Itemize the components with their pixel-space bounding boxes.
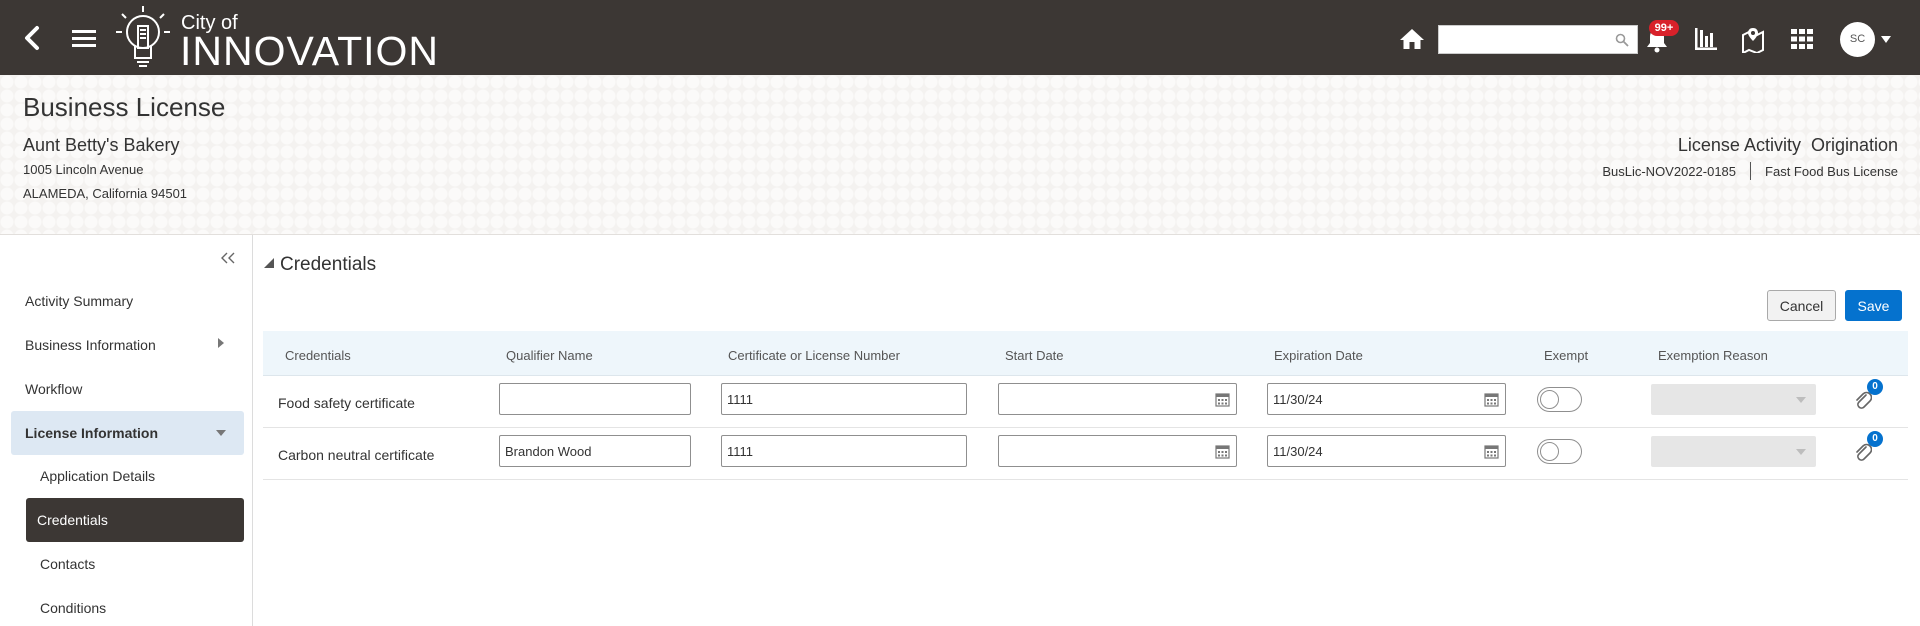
record-header-banner: Business License Aunt Betty's Bakery 100… [0, 75, 1920, 235]
license-type: Fast Food Bus License [1765, 163, 1898, 179]
calendar-icon[interactable] [1484, 392, 1499, 407]
qualifier-name-input[interactable] [500, 436, 690, 466]
start-date-input[interactable] [999, 436, 1236, 466]
logo-big-text: INNOVATION [180, 28, 440, 74]
cancel-button[interactable]: Cancel [1767, 290, 1836, 321]
exempt-toggle[interactable] [1537, 387, 1582, 412]
top-header-bar: City of INNOVATION 99+ SC [0, 0, 1920, 75]
nav-subitem-contacts[interactable]: Contacts [40, 556, 95, 572]
column-header-exemption-reason: Exemption Reason [1658, 348, 1768, 363]
license-number-field[interactable] [721, 383, 967, 415]
nav-item-license-information[interactable]: License Information [11, 411, 244, 455]
exemption-reason-select [1651, 436, 1816, 467]
apps-grid-icon[interactable] [1790, 28, 1814, 50]
qualifier-name-field[interactable] [499, 383, 691, 415]
license-activity-label: License Activity Origination [1677, 135, 1898, 155]
column-header-start-date: Start Date [1005, 348, 1064, 363]
lightbulb-logo-icon [116, 6, 170, 67]
table-header: Credentials Qualifier Name Certificate o… [263, 331, 1908, 376]
page-title: Business License [23, 92, 226, 122]
column-header-license-number: Certificate or License Number [728, 348, 900, 363]
exemption-reason-select [1651, 384, 1816, 415]
dropdown-arrow-icon [1796, 449, 1806, 455]
toggle-knob [1540, 390, 1559, 409]
attachment-count-badge: 0 [1867, 379, 1883, 395]
global-search-box[interactable] [1438, 25, 1638, 54]
home-icon[interactable] [1399, 27, 1425, 51]
menu-icon[interactable] [70, 28, 98, 50]
address-line-2: ALAMEDA, California 94501 [23, 186, 188, 201]
start-date-field[interactable] [998, 435, 1237, 467]
toggle-knob [1540, 442, 1559, 461]
caret-down-icon[interactable] [1881, 36, 1891, 43]
search-input[interactable] [1439, 26, 1609, 53]
left-navigation-panel: Activity Summary Business Information Wo… [0, 235, 253, 626]
column-header-expiration-date: Expiration Date [1274, 348, 1363, 363]
notification-badge: 99+ [1649, 20, 1679, 36]
start-date-field[interactable] [998, 383, 1237, 415]
qualifier-name-field[interactable] [499, 435, 691, 467]
qualifier-name-input[interactable] [500, 384, 690, 414]
expand-arrow-icon[interactable] [218, 338, 224, 348]
nav-subitem-application-details[interactable]: Application Details [40, 468, 155, 484]
license-number-input[interactable] [722, 384, 966, 414]
back-icon[interactable] [20, 24, 46, 52]
nav-subitem-conditions[interactable]: Conditions [40, 600, 106, 616]
calendar-icon[interactable] [1215, 392, 1230, 407]
calendar-icon[interactable] [1215, 444, 1230, 459]
nav-item-workflow[interactable]: Workflow [25, 381, 82, 397]
nav-item-activity-summary[interactable]: Activity Summary [25, 293, 133, 309]
table-row: Food safety certificate 0 [263, 376, 1908, 428]
expiration-date-input[interactable] [1268, 436, 1505, 466]
credential-name: Carbon neutral certificate [278, 447, 435, 463]
calendar-icon[interactable] [1484, 444, 1499, 459]
expiration-date-input[interactable] [1268, 384, 1505, 414]
nav-item-business-information[interactable]: Business Information [25, 337, 156, 353]
collapse-panel-icon[interactable] [221, 252, 235, 264]
license-number-input[interactable] [722, 436, 966, 466]
search-icon[interactable] [1615, 33, 1629, 47]
collapse-arrow-icon[interactable] [216, 430, 226, 436]
license-id: BusLic-NOV2022-0185 [1602, 163, 1737, 179]
save-button[interactable]: Save [1845, 290, 1902, 321]
start-date-input[interactable] [999, 384, 1236, 414]
exempt-toggle[interactable] [1537, 439, 1582, 464]
license-reference: BusLic-NOV2022-0185 Fast Food Bus Licens… [1602, 162, 1898, 180]
nav-subitem-credentials[interactable]: Credentials [26, 498, 244, 542]
section-header-credentials[interactable]: Credentials [264, 254, 376, 276]
column-header-credentials: Credentials [285, 348, 351, 363]
table-row: Carbon neutral certificate 0 [263, 428, 1908, 480]
dropdown-arrow-icon [1796, 397, 1806, 403]
map-pin-icon[interactable] [1741, 26, 1765, 53]
divider [1750, 162, 1752, 180]
nav-item-label: License Information [25, 425, 159, 441]
attachment-count-badge: 0 [1867, 431, 1883, 447]
expiration-date-field[interactable] [1267, 435, 1506, 467]
license-number-field[interactable] [721, 435, 967, 467]
bar-chart-icon[interactable] [1693, 26, 1719, 52]
address-line-1: 1005 Lincoln Avenue [23, 162, 144, 177]
section-collapse-icon[interactable] [264, 258, 274, 268]
nav-subitem-label: Credentials [37, 512, 108, 528]
user-avatar[interactable]: SC [1840, 22, 1875, 57]
business-name: Aunt Betty's Bakery [23, 135, 180, 155]
expiration-date-field[interactable] [1267, 383, 1506, 415]
section-title: Credentials [280, 254, 377, 275]
column-header-qualifier-name: Qualifier Name [506, 348, 593, 363]
credential-name: Food safety certificate [278, 395, 415, 411]
column-header-exempt: Exempt [1544, 348, 1589, 363]
